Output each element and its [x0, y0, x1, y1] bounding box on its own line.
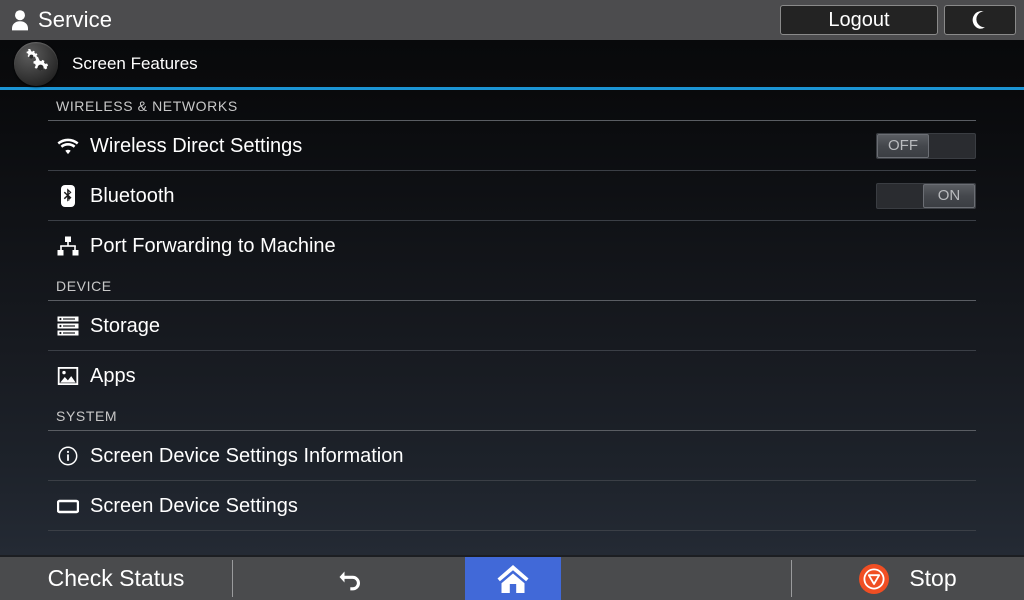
stop-label: Stop — [909, 565, 957, 591]
display-icon — [56, 494, 80, 518]
settings-list: WIRELESS & NETWORKS Wireless Direct Sett… — [0, 90, 1024, 555]
stop-button[interactable]: Stop — [792, 557, 1024, 600]
sub-header: Screen Features — [0, 40, 1024, 90]
bluetooth-icon — [56, 184, 80, 208]
list-item-label: Screen Device Settings Information — [90, 444, 404, 467]
home-icon — [495, 561, 531, 597]
list-item-label: Storage — [90, 314, 161, 337]
home-button[interactable] — [465, 557, 561, 600]
screen-features-page: Service Logout Screen Features WIRELESS … — [0, 0, 1024, 600]
list-item-screen-device-settings[interactable]: Screen Device Settings — [0, 481, 1024, 530]
list-item-label: Wireless Direct Settings — [90, 134, 303, 157]
toggle-knob: ON — [923, 183, 975, 208]
page-title: Service — [38, 7, 113, 32]
wireless-direct-toggle[interactable]: OFF — [876, 132, 976, 159]
gears-icon — [14, 41, 58, 86]
title-bar: Service Logout — [0, 0, 1024, 40]
section-header-system: SYSTEM — [56, 408, 118, 424]
list-item-wireless-direct-settings[interactable]: Wireless Direct Settings OFF — [0, 121, 1024, 170]
back-button[interactable] — [233, 557, 465, 600]
user-icon — [10, 9, 30, 31]
list-item-label: Apps — [90, 364, 136, 387]
list-item-screen-device-settings-information[interactable]: Screen Device Settings Information — [0, 431, 1024, 480]
check-status-label: Check Status — [47, 565, 185, 591]
row-accessory: ON — [876, 182, 976, 209]
stop-icon — [859, 563, 890, 594]
wifi-icon — [56, 134, 80, 158]
section-header-device: DEVICE — [56, 278, 112, 294]
row-accessory: OFF — [876, 132, 976, 159]
info-icon — [56, 444, 80, 468]
list-item-label: Port Forwarding to Machine — [90, 234, 336, 257]
moon-icon — [970, 10, 990, 30]
sitemap-icon — [56, 234, 80, 258]
sub-header-title: Screen Features — [72, 54, 198, 73]
back-arrow-icon — [334, 564, 364, 594]
sleep-mode-button[interactable] — [944, 5, 1016, 35]
list-item-apps[interactable]: Apps — [0, 351, 1024, 400]
apps-image-icon — [56, 364, 80, 388]
logout-button[interactable]: Logout — [780, 5, 938, 35]
divider — [48, 530, 976, 531]
list-item-label: Bluetooth — [90, 184, 175, 207]
list-item-port-forwarding-to-machine[interactable]: Port Forwarding to Machine — [0, 221, 1024, 270]
bluetooth-toggle[interactable]: ON — [876, 182, 976, 209]
list-item-label: Screen Device Settings — [90, 494, 298, 517]
bottom-toolbar: Check Status Stop — [0, 555, 1024, 600]
titlebar-actions: Logout — [780, 5, 1016, 35]
list-item-bluetooth[interactable]: Bluetooth ON — [0, 171, 1024, 220]
section-header-wireless: WIRELESS & NETWORKS — [56, 98, 238, 114]
check-status-button[interactable]: Check Status — [0, 557, 232, 600]
storage-icon — [56, 314, 80, 338]
list-item-storage[interactable]: Storage — [0, 301, 1024, 350]
toggle-knob: OFF — [877, 133, 929, 158]
